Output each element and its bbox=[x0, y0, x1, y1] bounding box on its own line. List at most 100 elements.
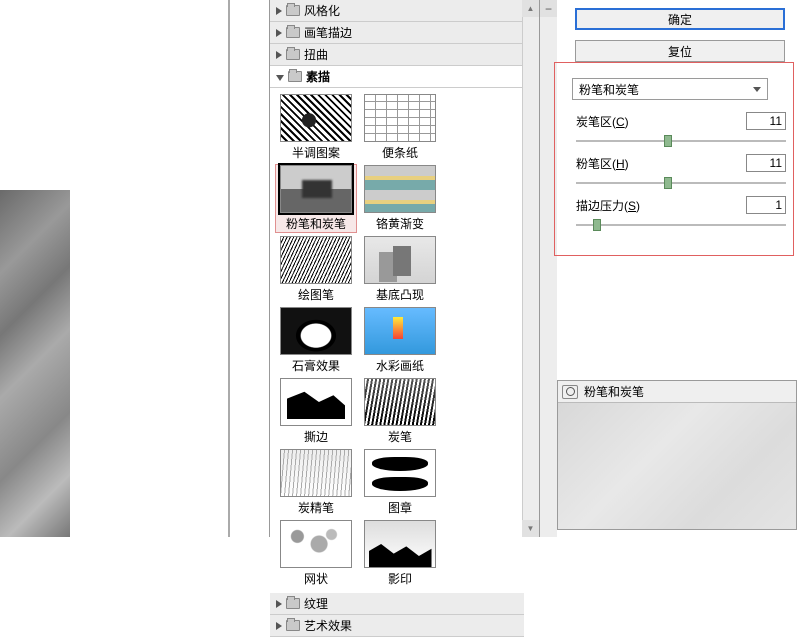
filter-photocopy[interactable]: 影印 bbox=[360, 520, 440, 587]
slider-knob[interactable] bbox=[664, 177, 672, 189]
filter-gallery: 风格化 画笔描边 扭曲 素描 半调图案 便条纸 粉笔和炭笔 铬黄渐变 绘图笔 基… bbox=[269, 0, 540, 537]
slider-knob[interactable] bbox=[664, 135, 672, 147]
thumb-label: 撕边 bbox=[276, 428, 356, 445]
thumb-icon bbox=[280, 307, 352, 355]
filter-reticulation[interactable]: 网状 bbox=[276, 520, 356, 587]
thumb-icon bbox=[280, 449, 352, 497]
thumb-icon bbox=[280, 94, 352, 142]
folder-icon bbox=[286, 27, 300, 38]
thumb-label: 炭笔 bbox=[360, 428, 440, 445]
effect-layer-preview bbox=[558, 403, 796, 529]
thumb-label: 绘图笔 bbox=[276, 286, 356, 303]
filter-grid: 半调图案 便条纸 粉笔和炭笔 铬黄渐变 绘图笔 基底凸现 石膏效果 水彩画纸 撕… bbox=[270, 88, 524, 593]
thumb-label: 石膏效果 bbox=[276, 357, 356, 374]
filter-note-paper[interactable]: 便条纸 bbox=[360, 94, 440, 161]
ok-button[interactable]: 确定 bbox=[575, 8, 785, 30]
thumb-label: 炭精笔 bbox=[276, 499, 356, 516]
scroll-up-button[interactable]: ▲ bbox=[522, 0, 539, 17]
thumb-icon bbox=[364, 236, 436, 284]
slider-track bbox=[576, 182, 786, 184]
param-value-input[interactable] bbox=[746, 154, 786, 172]
chevron-right-icon bbox=[276, 29, 282, 37]
effect-layer-name: 粉笔和炭笔 bbox=[584, 383, 644, 400]
thumb-icon bbox=[280, 520, 352, 568]
chevron-right-icon bbox=[276, 600, 282, 608]
thumb-label: 网状 bbox=[276, 570, 356, 587]
filter-graphic-pen[interactable]: 绘图笔 bbox=[276, 236, 356, 303]
category-texture[interactable]: 纹理 bbox=[270, 593, 524, 615]
thumb-icon bbox=[364, 449, 436, 497]
folder-icon bbox=[288, 71, 302, 82]
param-slider[interactable] bbox=[576, 134, 786, 148]
thumb-label: 水彩画纸 bbox=[360, 357, 440, 374]
slider-knob[interactable] bbox=[593, 219, 601, 231]
effect-layers-panel: 粉笔和炭笔 bbox=[557, 380, 797, 530]
thumb-label: 基底凸现 bbox=[360, 286, 440, 303]
category-label: 扭曲 bbox=[304, 46, 328, 63]
filter-charcoal[interactable]: 炭笔 bbox=[360, 378, 440, 445]
filter-chalk-charcoal[interactable]: 粉笔和炭笔 bbox=[276, 165, 356, 232]
filter-conte-crayon[interactable]: 炭精笔 bbox=[276, 449, 356, 516]
folder-icon bbox=[286, 49, 300, 60]
slider-track bbox=[576, 140, 786, 142]
category-label: 艺术效果 bbox=[304, 617, 352, 634]
param-slider[interactable] bbox=[576, 176, 786, 190]
slider-track bbox=[576, 224, 786, 226]
filter-stamp[interactable]: 图章 bbox=[360, 449, 440, 516]
chevron-right-icon bbox=[276, 51, 282, 59]
preview-frame bbox=[70, 0, 230, 537]
filter-torn-edges[interactable]: 撕边 bbox=[276, 378, 356, 445]
chevron-right-icon bbox=[276, 622, 282, 630]
chevron-right-icon bbox=[276, 7, 282, 15]
thumb-label: 便条纸 bbox=[360, 144, 440, 161]
category-label: 画笔描边 bbox=[304, 24, 352, 41]
chevron-down-icon bbox=[753, 87, 761, 92]
param-value-input[interactable] bbox=[746, 112, 786, 130]
param-charcoal-area: 炭笔区(C) bbox=[576, 112, 786, 148]
thumb-label: 图章 bbox=[360, 499, 440, 516]
category-brush-strokes[interactable]: 画笔描边 bbox=[270, 22, 524, 44]
folder-icon bbox=[286, 5, 300, 16]
chevron-up-icon: ▲ bbox=[527, 4, 535, 13]
filter-select[interactable]: 粉笔和炭笔 bbox=[572, 78, 768, 100]
thumb-label: 影印 bbox=[360, 570, 440, 587]
effect-layer-row[interactable]: 粉笔和炭笔 bbox=[558, 381, 796, 403]
filter-water-paper[interactable]: 水彩画纸 bbox=[360, 307, 440, 374]
param-chalk-area: 粉笔区(H) bbox=[576, 154, 786, 190]
param-value-input[interactable] bbox=[746, 196, 786, 214]
thumb-icon bbox=[280, 378, 352, 426]
zoom-out-button[interactable]: − bbox=[540, 0, 557, 17]
thumb-icon bbox=[364, 307, 436, 355]
thumb-icon bbox=[364, 378, 436, 426]
scrollbar[interactable]: ▲ ▼ bbox=[522, 0, 539, 537]
param-slider[interactable] bbox=[576, 218, 786, 232]
filter-bas-relief[interactable]: 基底凸现 bbox=[360, 236, 440, 303]
category-label: 风格化 bbox=[304, 2, 340, 19]
folder-icon bbox=[286, 598, 300, 609]
thumb-icon bbox=[280, 236, 352, 284]
category-label: 纹理 bbox=[304, 595, 328, 612]
thumb-icon bbox=[364, 520, 436, 568]
chevron-down-icon bbox=[276, 75, 284, 81]
category-stylize[interactable]: 风格化 bbox=[270, 0, 524, 22]
thumb-label: 铬黄渐变 bbox=[360, 215, 440, 232]
folder-icon bbox=[286, 620, 300, 631]
chevron-down-icon: ▼ bbox=[527, 524, 535, 533]
button-label: 确定 bbox=[668, 11, 692, 28]
scroll-down-button[interactable]: ▼ bbox=[522, 520, 539, 537]
visibility-toggle[interactable] bbox=[562, 385, 578, 399]
thumb-label: 半调图案 bbox=[276, 144, 356, 161]
category-label: 素描 bbox=[306, 68, 330, 85]
button-label: 复位 bbox=[668, 43, 692, 60]
filter-halftone-pattern[interactable]: 半调图案 bbox=[276, 94, 356, 161]
category-distort[interactable]: 扭曲 bbox=[270, 44, 524, 66]
category-artistic[interactable]: 艺术效果 bbox=[270, 615, 524, 637]
category-sketch[interactable]: 素描 bbox=[270, 66, 524, 88]
preview-image bbox=[0, 190, 70, 537]
thumb-icon bbox=[364, 94, 436, 142]
thumb-icon bbox=[280, 165, 352, 213]
filter-plaster[interactable]: 石膏效果 bbox=[276, 307, 356, 374]
reset-button[interactable]: 复位 bbox=[575, 40, 785, 62]
filter-chrome[interactable]: 铬黄渐变 bbox=[360, 165, 440, 232]
param-label: 描边压力(S) bbox=[576, 197, 640, 214]
